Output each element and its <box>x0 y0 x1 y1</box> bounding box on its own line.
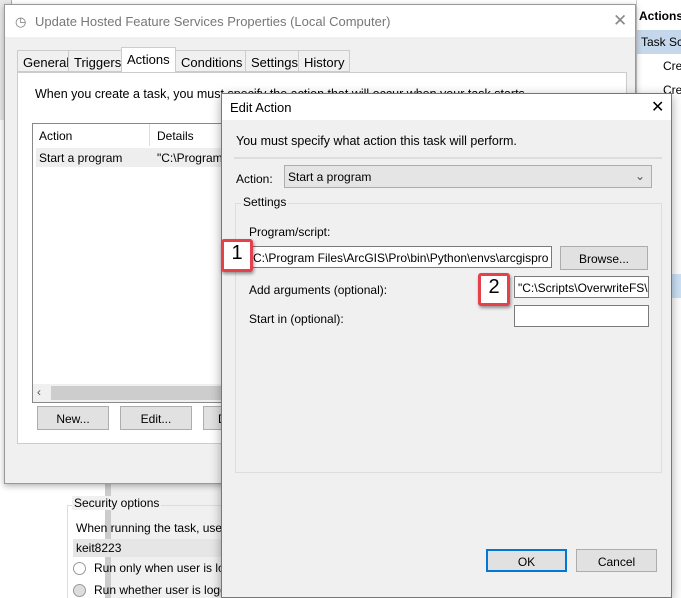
step-badge-2: 2 <box>478 273 510 306</box>
cell-details: "C:\Program <box>157 151 223 165</box>
action-dropdown-value: Start a program <box>288 170 372 184</box>
dialog-title: Edit Action <box>222 94 671 120</box>
cancel-button[interactable]: Cancel <box>576 549 657 572</box>
run-whether-logged-on-radio[interactable] <box>73 584 86 597</box>
window-title: Update Hosted Feature Services Propertie… <box>5 5 635 37</box>
browse-button[interactable]: Browse... <box>560 246 648 270</box>
step-badge-1: 1 <box>221 239 253 272</box>
start-in-label: Start in (optional): <box>249 312 344 326</box>
edit-button[interactable]: Edit... <box>120 406 192 430</box>
clock-icon: ◷ <box>15 14 27 29</box>
close-icon[interactable]: ✕ <box>613 11 627 31</box>
program-script-input[interactable]: C:\Program Files\ArcGIS\Pro\bin\Python\e… <box>249 246 552 268</box>
run-as-label: When running the task, use <box>76 521 223 535</box>
action-dropdown[interactable]: Start a program ⌄ <box>284 165 652 188</box>
run-only-logged-on-label: Run only when user is lo <box>94 561 225 575</box>
scroll-left-icon[interactable]: ‹ <box>37 385 41 399</box>
chevron-down-icon: ⌄ <box>634 169 645 183</box>
edit-action-dialog: Edit Action ✕ You must specify what acti… <box>221 93 672 598</box>
new-button[interactable]: New... <box>37 406 109 430</box>
tab-conditions[interactable]: Conditions <box>175 50 249 72</box>
dialog-instruction: You must specify what action this task w… <box>236 134 517 148</box>
actions-pane-section[interactable]: Task Sch <box>637 30 681 54</box>
program-label: Program/script: <box>249 225 331 239</box>
arguments-input[interactable]: "C:\Scripts\OverwriteFS\ <box>514 276 649 298</box>
user-account: keit8223 <box>73 539 223 557</box>
settings-group <box>235 203 662 473</box>
start-in-input[interactable] <box>514 305 649 327</box>
tab-settings[interactable]: Settings <box>245 50 304 72</box>
security-options-title: Security options <box>72 496 162 510</box>
tab-general[interactable]: General <box>17 50 76 72</box>
run-only-logged-on-radio[interactable] <box>73 562 86 575</box>
arguments-label: Add arguments (optional): <box>249 283 388 297</box>
action-label: Action: <box>236 172 273 186</box>
settings-label: Settings <box>241 195 289 209</box>
cell-action: Start a program <box>39 151 123 165</box>
tab-history[interactable]: History <box>298 50 351 72</box>
close-icon[interactable]: ✕ <box>651 97 664 117</box>
column-header-details[interactable]: Details <box>157 129 194 143</box>
actions-pane-item[interactable]: Cre <box>637 54 681 78</box>
ok-button[interactable]: OK <box>486 549 567 572</box>
column-header-action[interactable]: Action <box>39 129 72 143</box>
tab-triggers[interactable]: Triggers <box>68 50 128 72</box>
tab-actions[interactable]: Actions <box>121 47 176 73</box>
actions-pane-header: Actions <box>639 9 681 23</box>
